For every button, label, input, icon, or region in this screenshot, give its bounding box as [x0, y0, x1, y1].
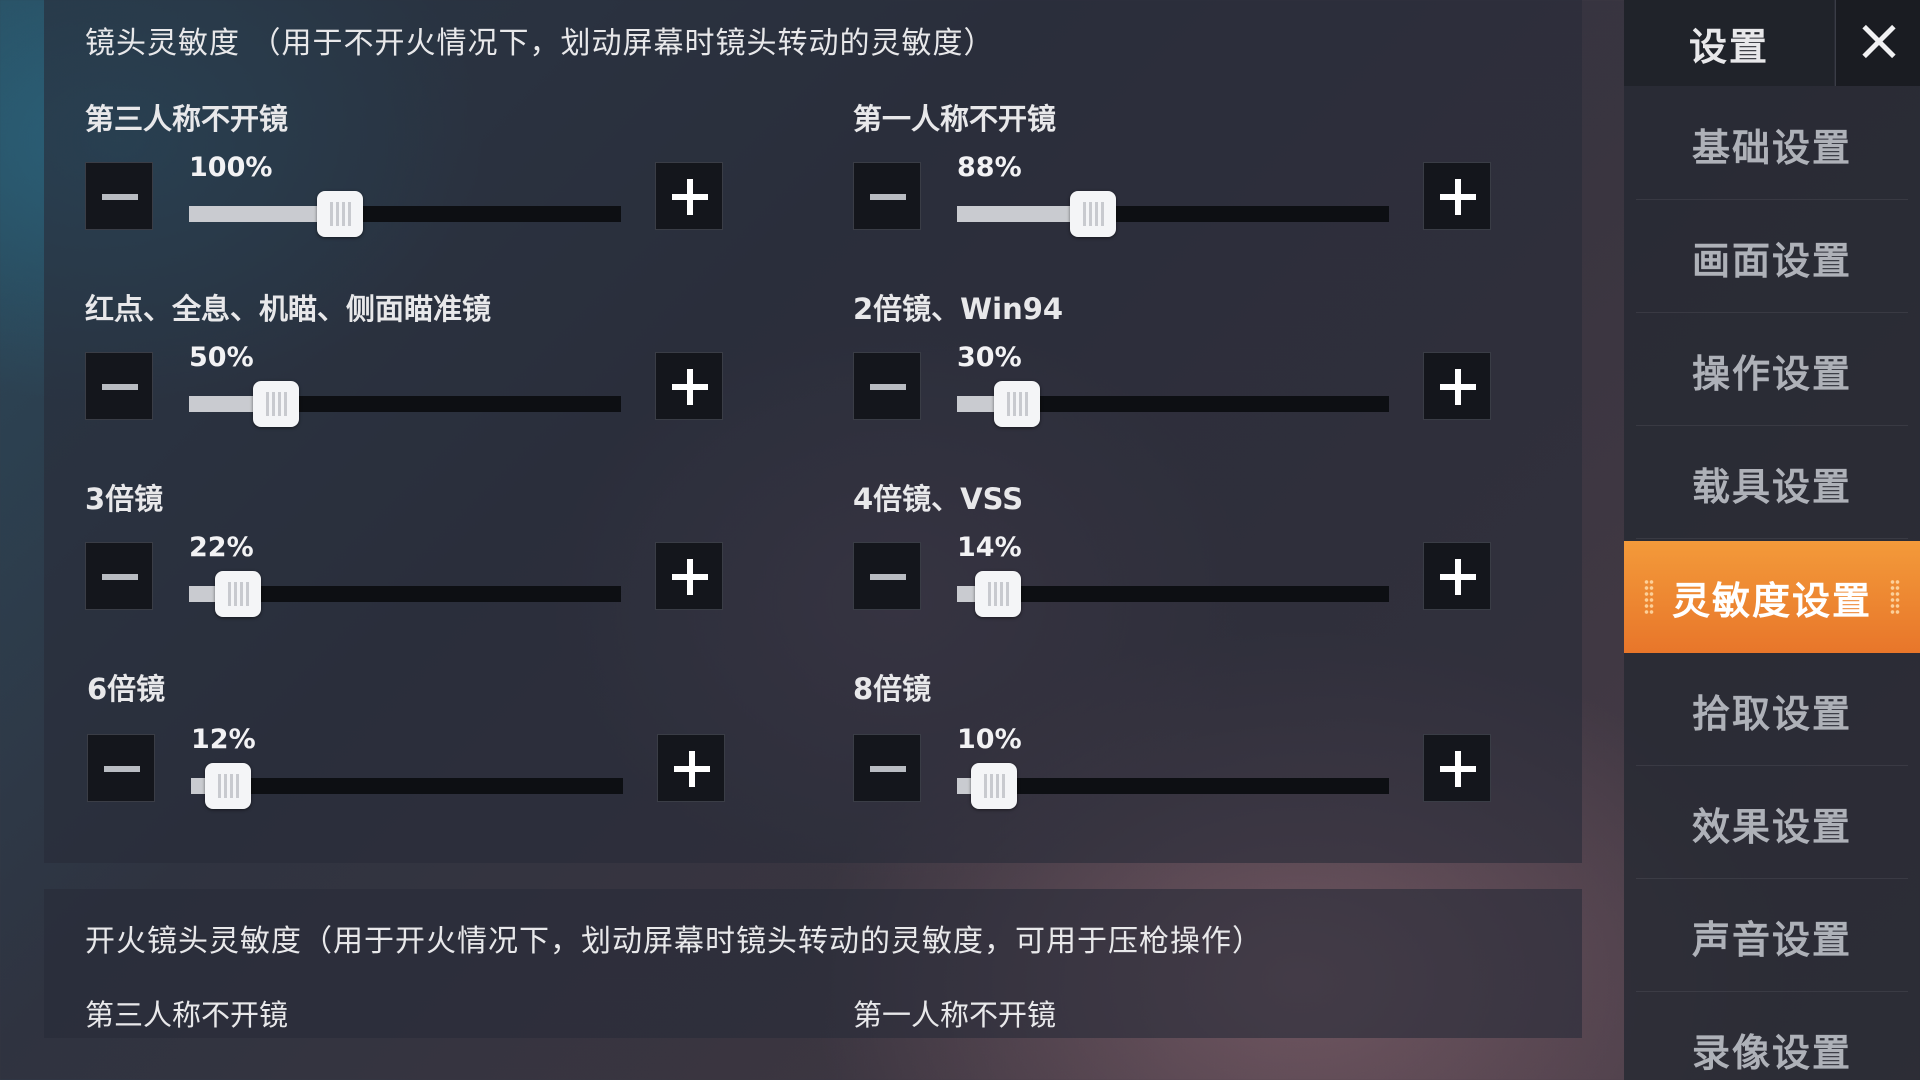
row-label: 第一人称不开镜 — [853, 102, 1057, 136]
decrease-button[interactable] — [853, 352, 921, 420]
slider-track[interactable] — [957, 381, 1389, 427]
row-label: 3倍镜 — [85, 482, 164, 516]
row-label: 红点、全息、机瞄、侧面瞄准镜 — [85, 292, 492, 326]
sensitivity-control: 50% — [85, 342, 785, 427]
sidebar-item-label: 载具设置 — [1691, 464, 1852, 509]
section-title: 开火镜头灵敏度（用于开火情况下，划动屏幕时镜头转动的灵敏度，可用于压枪操作） — [85, 924, 1263, 959]
sensitivity-value: 12% — [191, 724, 256, 755]
sensitivity-value: 14% — [957, 532, 1022, 563]
sidebar-item-audio[interactable]: 声音设置 — [1624, 880, 1920, 992]
decrease-button[interactable] — [85, 162, 153, 230]
sidebar-item-label: 画面设置 — [1691, 238, 1852, 283]
increase-button[interactable] — [1423, 542, 1491, 610]
increase-button[interactable] — [1423, 162, 1491, 230]
slider-thumb[interactable] — [252, 381, 299, 427]
increase-button[interactable] — [655, 352, 723, 420]
slider-thumb[interactable] — [971, 763, 1018, 809]
settings-sidebar: 设置 基础设置 画面设置 操作设置 载具设置 灵敏度设置 拾取设置 效果设置 声… — [1624, 0, 1920, 1080]
sensitivity-value: 100% — [189, 152, 273, 183]
grip-left-icon — [1644, 579, 1654, 615]
sidebar-item-label: 声音设置 — [1691, 917, 1852, 962]
sidebar-item-label: 基础设置 — [1691, 125, 1852, 170]
sensitivity-control: 22% — [85, 532, 785, 617]
slider-thumb[interactable] — [214, 571, 261, 617]
row-label: 第三人称不开镜 — [85, 102, 289, 136]
slider-track[interactable] — [957, 763, 1389, 809]
sensitivity-value: 30% — [957, 342, 1022, 373]
decrease-button[interactable] — [87, 734, 155, 802]
sidebar-item-effects[interactable]: 效果设置 — [1624, 767, 1920, 879]
row-label: 2倍镜、Win94 — [853, 292, 1064, 326]
sidebar-item-label: 拾取设置 — [1691, 691, 1852, 736]
minus-icon — [102, 574, 138, 580]
sidebar-item-vehicle[interactable]: 载具设置 — [1624, 427, 1920, 539]
section-title: 镜头灵敏度 （用于不开火情况下，划动屏幕时镜头转动的灵敏度） — [85, 26, 995, 61]
sidebar-item-label: 效果设置 — [1691, 804, 1852, 849]
row-label: 6倍镜 — [87, 672, 166, 706]
row-label: 第一人称不开镜 — [853, 998, 1057, 1032]
row-label: 8倍镜 — [853, 672, 932, 706]
decrease-button[interactable] — [85, 352, 153, 420]
sensitivity-control: 100% — [85, 152, 785, 237]
sensitivity-value: 50% — [189, 342, 254, 373]
increase-button[interactable] — [655, 162, 723, 230]
sidebar-item-basic[interactable]: 基础设置 — [1624, 88, 1920, 200]
slider-track[interactable] — [957, 571, 1389, 617]
slider-track[interactable] — [189, 381, 621, 427]
sensitivity-control: 12% — [87, 724, 787, 809]
camera-sensitivity-panel: 镜头灵敏度 （用于不开火情况下，划动屏幕时镜头转动的灵敏度） 第三人称不开镜 1… — [44, 0, 1582, 863]
decrease-button[interactable] — [853, 734, 921, 802]
minus-icon — [870, 194, 906, 200]
sensitivity-value: 10% — [957, 724, 1022, 755]
row-label: 第三人称不开镜 — [85, 998, 289, 1032]
minus-icon — [102, 194, 138, 200]
sidebar-title: 设置 — [1624, 0, 1834, 86]
decrease-button[interactable] — [853, 162, 921, 230]
increase-button[interactable] — [655, 542, 723, 610]
sensitivity-control: 10% — [853, 724, 1553, 809]
grip-right-icon — [1890, 579, 1900, 615]
slider-thumb[interactable] — [205, 763, 252, 809]
sidebar-item-sensitivity[interactable]: 灵敏度设置 — [1624, 541, 1920, 653]
slider-track[interactable] — [189, 571, 621, 617]
slider-track[interactable] — [189, 191, 621, 237]
slider-thumb[interactable] — [975, 571, 1022, 617]
minus-icon — [870, 574, 906, 580]
sensitivity-control: 14% — [853, 532, 1553, 617]
minus-icon — [104, 766, 140, 772]
minus-icon — [870, 384, 906, 390]
minus-icon — [102, 384, 138, 390]
sensitivity-value: 88% — [957, 152, 1022, 183]
sensitivity-control: 88% — [853, 152, 1553, 237]
increase-button[interactable] — [657, 734, 725, 802]
decrease-button[interactable] — [85, 542, 153, 610]
row-label: 4倍镜、VSS — [853, 482, 1024, 516]
slider-thumb[interactable] — [317, 191, 364, 237]
sidebar-item-pickup[interactable]: 拾取设置 — [1624, 654, 1920, 766]
sidebar-item-replay[interactable]: 录像设置 — [1624, 993, 1920, 1080]
minus-icon — [870, 766, 906, 772]
decrease-button[interactable] — [853, 542, 921, 610]
increase-button[interactable] — [1423, 352, 1491, 420]
slider-thumb[interactable] — [994, 381, 1041, 427]
close-button[interactable] — [1835, 0, 1920, 86]
increase-button[interactable] — [1423, 734, 1491, 802]
sidebar-item-label: 录像设置 — [1691, 1030, 1852, 1075]
sidebar-item-label: 灵敏度设置 — [1671, 578, 1872, 623]
sidebar-item-controls[interactable]: 操作设置 — [1624, 314, 1920, 426]
sensitivity-value: 22% — [189, 532, 254, 563]
fire-sensitivity-panel: 开火镜头灵敏度（用于开火情况下，划动屏幕时镜头转动的灵敏度，可用于压枪操作） 第… — [44, 889, 1582, 1038]
slider-thumb[interactable] — [1070, 191, 1117, 237]
sidebar-item-label: 操作设置 — [1691, 351, 1852, 396]
slider-track[interactable] — [191, 763, 623, 809]
sensitivity-control: 30% — [853, 342, 1553, 427]
slider-track[interactable] — [957, 191, 1389, 237]
sidebar-item-graphics[interactable]: 画面设置 — [1624, 201, 1920, 313]
